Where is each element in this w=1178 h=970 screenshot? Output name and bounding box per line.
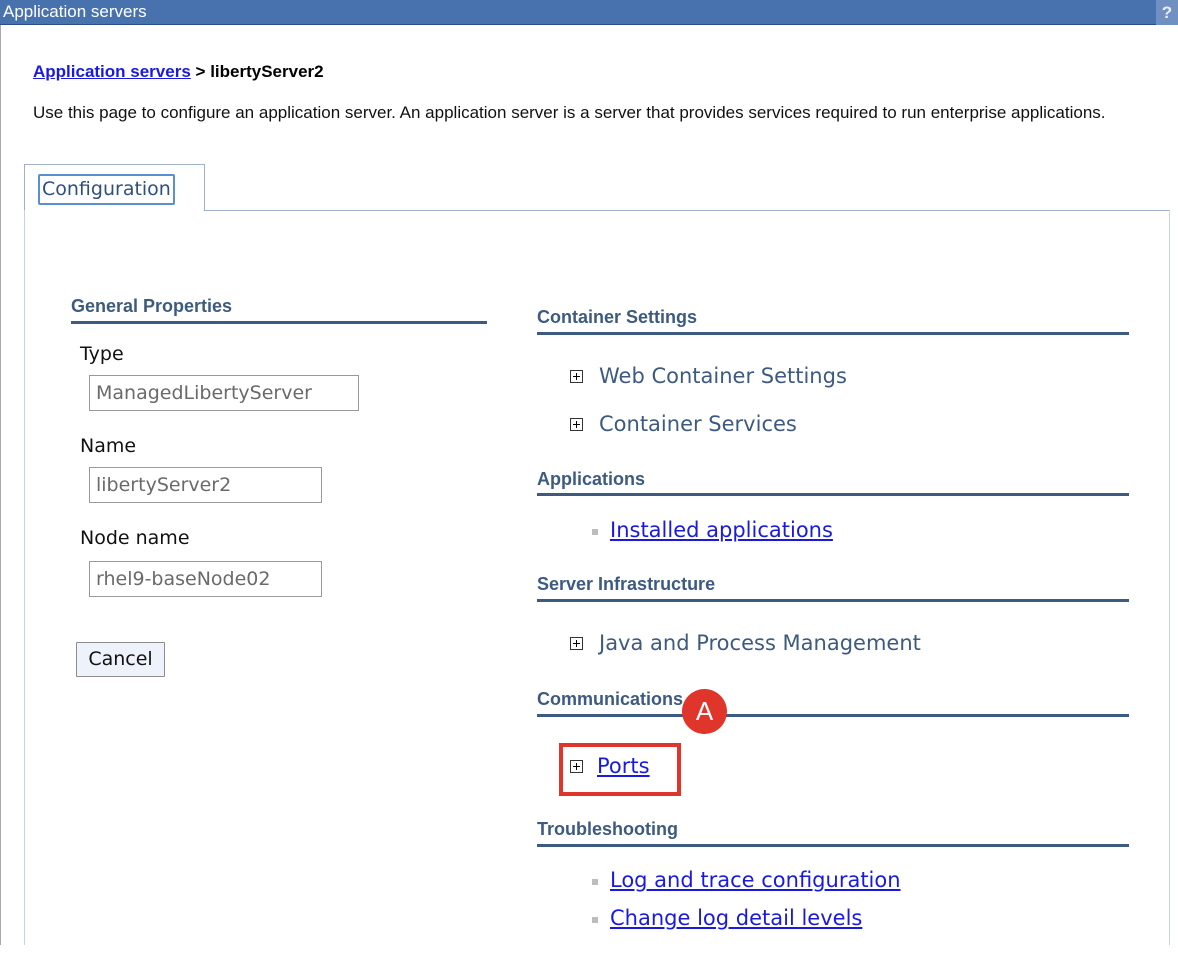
- bullet-icon: [592, 529, 598, 535]
- server-infrastructure-rule: [537, 599, 1129, 602]
- bullet-icon: [592, 917, 598, 923]
- annotation-marker: A: [682, 689, 727, 734]
- general-properties-heading: General Properties: [71, 296, 233, 316]
- applications-rule: [537, 493, 1129, 496]
- applications-heading: Applications: [537, 469, 646, 489]
- communications-heading: Communications: [537, 689, 684, 709]
- container-services-item[interactable]: Container Services: [599, 411, 797, 437]
- tab-panel-border-right: [1169, 210, 1170, 945]
- expand-container-services-icon[interactable]: [570, 418, 583, 431]
- type-label: Type: [80, 343, 124, 365]
- node-name-label: Node name: [80, 527, 190, 549]
- breadcrumb-link-application-servers[interactable]: Application servers: [33, 62, 191, 81]
- window-title-bar: Application servers ?: [0, 0, 1178, 25]
- tab-panel-border: [205, 210, 1170, 211]
- expand-java-process-management-icon[interactable]: [570, 637, 583, 650]
- communications-rule: [537, 714, 1129, 717]
- window-title: Application servers: [3, 2, 147, 21]
- annotation-highlight-box: [559, 743, 681, 796]
- frame-border: [0, 25, 1, 945]
- installed-applications-link[interactable]: Installed applications: [610, 517, 833, 543]
- change-log-detail-levels-link[interactable]: Change log detail levels: [610, 905, 862, 931]
- web-container-settings-item[interactable]: Web Container Settings: [599, 363, 847, 389]
- page-description: Use this page to configure an applicatio…: [33, 103, 1106, 122]
- bullet-icon: [592, 879, 598, 885]
- tab-panel-border-left: [24, 210, 25, 945]
- expand-web-container-settings-icon[interactable]: [570, 370, 583, 383]
- node-name-field[interactable]: [89, 561, 322, 597]
- general-properties-rule: [71, 321, 487, 324]
- container-settings-rule: [537, 332, 1129, 335]
- troubleshooting-rule: [537, 844, 1129, 847]
- container-settings-heading: Container Settings: [537, 307, 698, 327]
- breadcrumb-separator: >: [195, 62, 206, 81]
- type-field[interactable]: [89, 375, 359, 411]
- help-icon[interactable]: ?: [1156, 0, 1178, 25]
- cancel-button[interactable]: Cancel: [76, 642, 165, 677]
- name-field[interactable]: [89, 467, 322, 503]
- breadcrumb-current: libertyServer2: [210, 62, 324, 81]
- troubleshooting-heading: Troubleshooting: [537, 819, 678, 839]
- server-infrastructure-heading: Server Infrastructure: [537, 574, 716, 594]
- breadcrumb: Application servers > libertyServer2: [33, 61, 324, 83]
- log-and-trace-configuration-link[interactable]: Log and trace configuration: [610, 867, 901, 893]
- java-process-management-item[interactable]: Java and Process Management: [599, 630, 921, 656]
- name-label: Name: [80, 435, 137, 457]
- tab-configuration-label: Configuration: [38, 174, 175, 205]
- tab-configuration[interactable]: Configuration: [24, 164, 205, 211]
